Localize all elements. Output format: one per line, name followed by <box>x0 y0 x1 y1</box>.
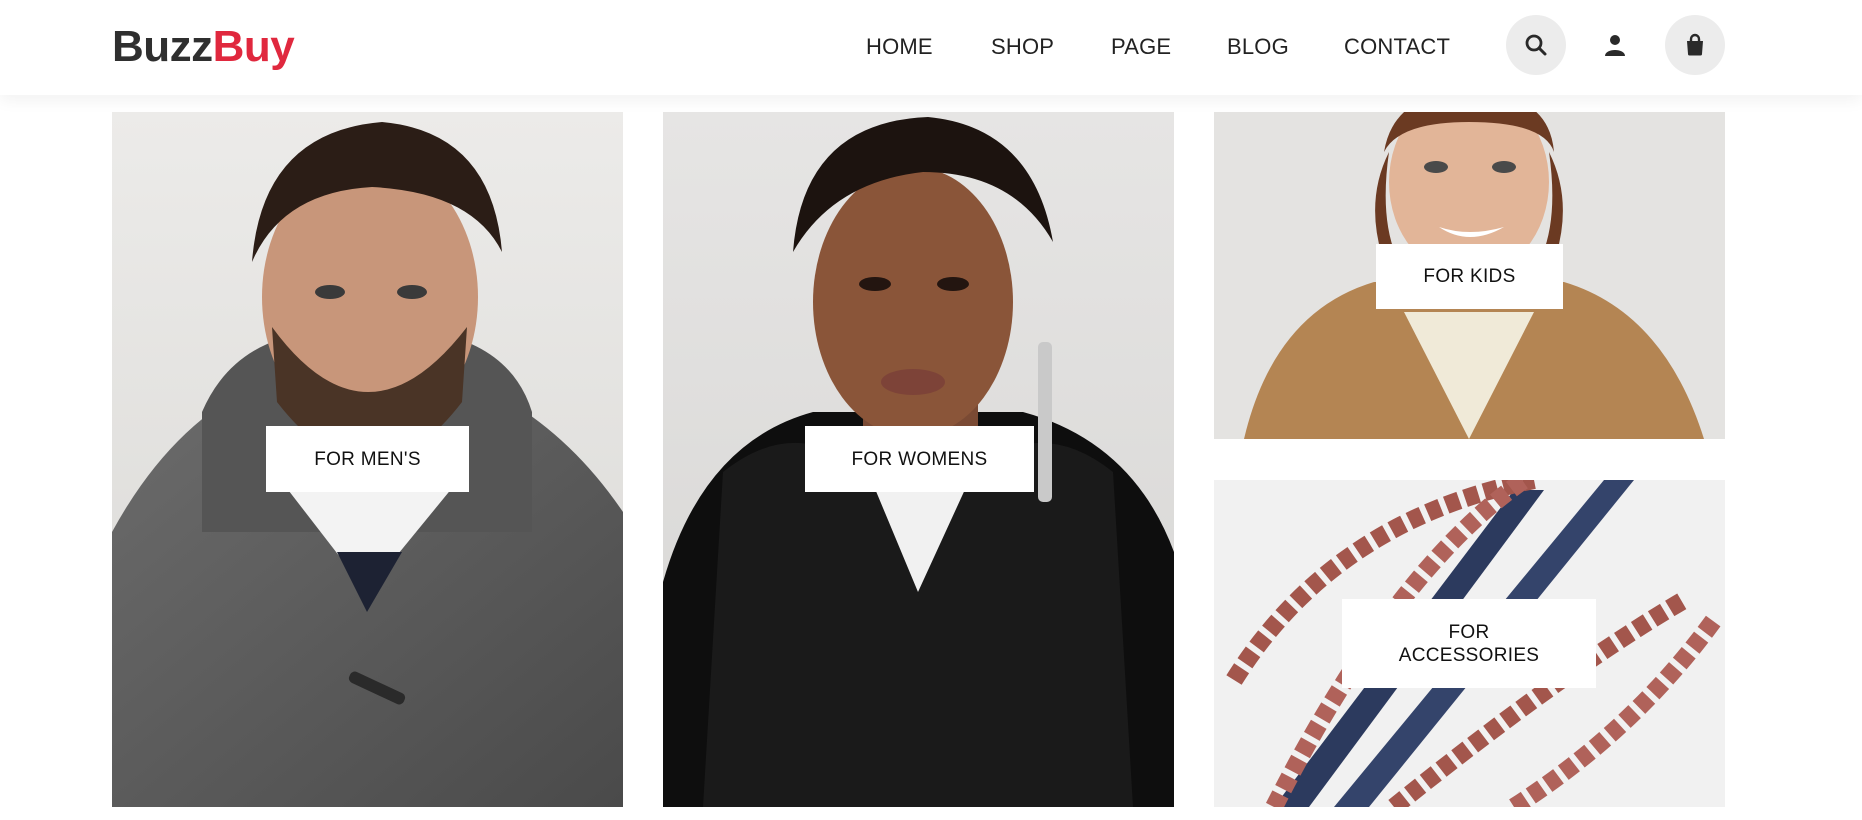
account-button[interactable] <box>1585 15 1645 75</box>
search-button[interactable] <box>1506 15 1566 75</box>
nav-contact[interactable]: CONTACT <box>1344 33 1450 61</box>
nav-page[interactable]: PAGE <box>1111 33 1171 61</box>
shopping-bag-icon <box>1687 33 1703 56</box>
brand-logo[interactable]: BuzzBuy <box>112 22 295 72</box>
category-tile-accessories[interactable]: FOR ACCESSORIES <box>1214 480 1725 807</box>
accessories-label-line1: FOR <box>1448 621 1490 643</box>
category-tile-kids[interactable]: FOR KIDS <box>1214 112 1725 439</box>
accessories-label-line2: ACCESSORIES <box>1398 644 1540 666</box>
brand-logo-part1: Buzz <box>112 22 213 71</box>
womens-label[interactable]: FOR WOMENS <box>805 426 1034 492</box>
category-tile-womens[interactable]: FOR WOMENS <box>663 112 1174 807</box>
category-tile-mens[interactable]: FOR MEN'S <box>112 112 623 807</box>
search-icon <box>1525 34 1547 56</box>
user-icon <box>1605 35 1625 56</box>
kids-label[interactable]: FOR KIDS <box>1376 244 1563 309</box>
nav-shop[interactable]: SHOP <box>991 33 1054 61</box>
brand-logo-part2: Buy <box>212 22 295 71</box>
accessories-label[interactable]: FOR ACCESSORIES <box>1342 599 1596 688</box>
cart-button[interactable] <box>1665 15 1725 75</box>
mens-label[interactable]: FOR MEN'S <box>266 426 469 492</box>
nav-home[interactable]: HOME <box>866 33 933 61</box>
site-header: BuzzBuy HOME SHOP PAGE BLOG CONTACT <box>0 0 1862 95</box>
nav-blog[interactable]: BLOG <box>1227 33 1289 61</box>
